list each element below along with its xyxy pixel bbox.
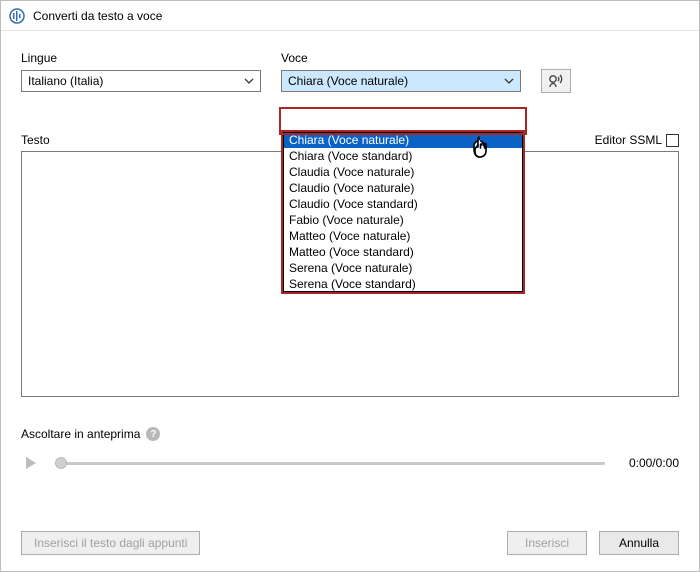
voice-option[interactable]: Claudio (Voce standard) — [283, 196, 523, 212]
help-icon[interactable]: ? — [146, 427, 160, 441]
voice-option[interactable]: Fabio (Voce naturale) — [283, 212, 523, 228]
voice-option[interactable]: Matteo (Voce naturale) — [283, 228, 523, 244]
dialog-window: Converti da testo a voce Lingue Voce Ita… — [0, 0, 700, 572]
voice-option[interactable]: Claudia (Voce naturale) — [283, 164, 523, 180]
label-editor-ssml: Editor SSML — [595, 133, 662, 147]
footer: Inserisci il testo dagli appunti Inseris… — [1, 517, 699, 571]
voice-option[interactable]: Claudio (Voce naturale) — [283, 180, 523, 196]
voice-dropdown-list[interactable]: Chiara (Voce naturale) Chiara (Voce stan… — [281, 130, 525, 294]
language-select[interactable]: Italiano (Italia) — [21, 70, 261, 92]
label-preview: Ascoltare in anteprima — [21, 427, 140, 441]
time-display: 0:00/0:00 — [619, 456, 679, 470]
audio-player: 0:00/0:00 — [21, 449, 679, 485]
insert-from-clipboard-button[interactable]: Inserisci il testo dagli appunti — [21, 531, 200, 555]
play-button[interactable] — [21, 453, 41, 473]
app-icon — [9, 8, 25, 24]
editor-ssml-checkbox[interactable] — [666, 134, 679, 147]
voice-select-value: Chiara (Voce naturale) — [288, 74, 408, 88]
label-voce: Voce — [281, 51, 521, 65]
label-lingue: Lingue — [21, 51, 261, 65]
cancel-button[interactable]: Annulla — [599, 531, 679, 555]
language-select-value: Italiano (Italia) — [28, 74, 103, 88]
title-bar: Converti da testo a voce — [1, 1, 699, 31]
voice-option[interactable]: Chiara (Voce naturale) — [283, 132, 523, 148]
slider-track — [55, 462, 605, 465]
label-testo: Testo — [21, 133, 50, 147]
voice-option[interactable]: Chiara (Voce standard) — [283, 148, 523, 164]
speak-preview-button[interactable] — [541, 69, 571, 93]
voice-option[interactable]: Matteo (Voce standard) — [283, 244, 523, 260]
content-area: Lingue Voce Italiano (Italia) Chiara (Vo… — [1, 31, 699, 517]
chevron-down-icon — [244, 76, 254, 86]
voice-option[interactable]: Serena (Voce standard) — [283, 276, 523, 292]
voice-option[interactable]: Serena (Voce naturale) — [283, 260, 523, 276]
insert-button[interactable]: Inserisci — [507, 531, 587, 555]
slider-thumb[interactable] — [55, 457, 67, 469]
progress-slider[interactable] — [55, 453, 605, 473]
chevron-down-icon — [504, 76, 514, 86]
window-title: Converti da testo a voce — [33, 9, 162, 23]
voice-select[interactable]: Chiara (Voce naturale) — [281, 70, 521, 92]
